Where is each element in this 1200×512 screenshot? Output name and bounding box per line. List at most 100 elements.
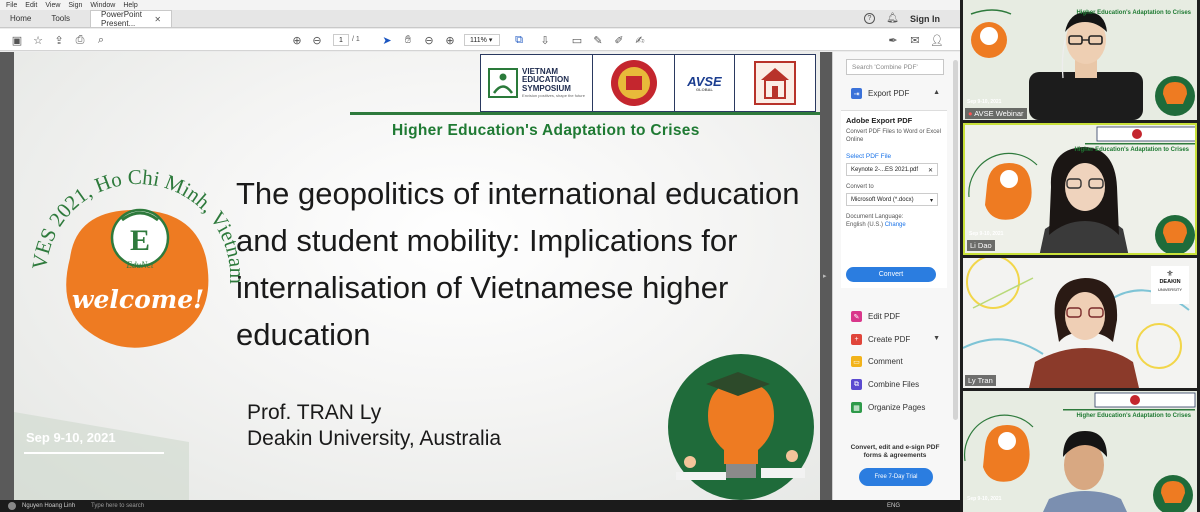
hand-tool-icon[interactable]: ✋︎ xyxy=(401,33,415,47)
save-icon[interactable]: ▣ xyxy=(10,33,24,47)
zoom-in-icon[interactable]: ⊕ xyxy=(443,33,457,47)
ves-logo-text: VIETNAM EDUCATION SYMPOSIUM Envision pos… xyxy=(522,66,585,98)
create-pdf-icon: + xyxy=(851,334,862,345)
combine-files-label: Combine Files xyxy=(868,380,920,389)
tab-document-label: PowerPoint Present... xyxy=(101,10,142,28)
date-underline xyxy=(24,452,164,454)
expand-right-panel-icon[interactable]: ▸ xyxy=(823,272,827,280)
export-pdf-card: Adobe Export PDF Convert PDF Files to Wo… xyxy=(841,110,947,288)
close-icon[interactable]: ✕ xyxy=(154,15,161,24)
selected-file-name: Keynote 2-...ES 2021.pdf xyxy=(851,167,919,173)
tile-theme-text: Higher Education's Adaptation to Crises xyxy=(1074,147,1189,153)
comment-icon[interactable]: ▭ xyxy=(570,33,584,47)
clear-file-icon[interactable]: ✕ xyxy=(928,167,933,174)
email-icon[interactable]: ✉ xyxy=(908,33,922,47)
speaker-block: Prof. TRAN Ly Deakin University, Austral… xyxy=(247,400,501,452)
edit-pdf-label: Edit PDF xyxy=(868,312,901,321)
participant-name: Ly Tran xyxy=(965,375,996,386)
select-cursor-icon[interactable]: ➤ xyxy=(380,33,394,47)
participant-tile-active[interactable]: Higher Education's Adaptation to Crises … xyxy=(963,123,1197,255)
change-language-link[interactable]: Change xyxy=(885,222,906,228)
header-rule xyxy=(350,112,820,115)
acrobat-window: File Edit View Sign Window Help Home Too… xyxy=(0,0,960,512)
tile-theme-text: Higher Education's Adaptation to Crises xyxy=(1076,10,1191,16)
tile-date: Sep 9-10, 2021 xyxy=(967,99,1002,105)
page-number-input[interactable]: 1 xyxy=(333,34,349,46)
scroll-mode-icon[interactable]: ⇩ xyxy=(538,33,552,47)
organize-pages-tool[interactable]: ▦ Organize Pages xyxy=(851,402,925,413)
page-total: / 1 xyxy=(352,36,360,43)
share-user-icon[interactable]: 👤︎ xyxy=(930,33,944,47)
sign-icon[interactable]: ✍︎ xyxy=(633,33,647,47)
taskbar-user-name: Nguyen Hoang Linh xyxy=(22,503,76,509)
chevron-up-icon[interactable]: ▲ xyxy=(933,89,940,96)
notification-bell-icon[interactable]: 🔔︎ xyxy=(886,13,899,24)
menu-bar: File Edit View Sign Window Help xyxy=(0,0,960,10)
zoom-search-icon[interactable]: ⌕ xyxy=(94,33,108,47)
edit-pdf-tool[interactable]: ✎ Edit PDF xyxy=(851,311,900,322)
zoom-level-select[interactable]: 111% ▾ xyxy=(464,34,500,46)
sponsor-logos: VIETNAM EDUCATION SYMPOSIUM Envision pos… xyxy=(480,54,816,112)
taskbar-search[interactable]: Type here to search xyxy=(91,503,144,509)
sign-in-button[interactable]: Sign In xyxy=(910,14,940,24)
next-page-icon[interactable]: ⊖ xyxy=(310,33,324,47)
fill-sign-icon[interactable]: ✒︎ xyxy=(886,33,900,47)
comment-tool[interactable]: ▭ Comment xyxy=(851,356,903,367)
tab-home[interactable]: Home xyxy=(0,10,41,27)
tools-search-input[interactable]: Search 'Combine PDF' xyxy=(846,59,944,75)
panel-promo-text: Convert, edit and e-sign PDF forms & agr… xyxy=(850,444,940,459)
menu-window[interactable]: Window xyxy=(90,2,115,9)
zoom-out-icon[interactable]: ⊖ xyxy=(422,33,436,47)
slide-title: The geopolitics of international educati… xyxy=(236,176,800,352)
free-trial-button[interactable]: Free 7-Day Trial xyxy=(859,468,933,486)
tab-document[interactable]: PowerPoint Present... ✕ xyxy=(90,10,173,28)
chevron-down-icon[interactable]: ▼ xyxy=(933,335,940,342)
document-language-label: Document Language: xyxy=(846,214,904,220)
panel-scrollbar[interactable] xyxy=(953,60,958,420)
menu-help[interactable]: Help xyxy=(123,2,137,9)
upload-cloud-icon[interactable]: ⇪ xyxy=(52,33,66,47)
print-icon[interactable]: ⎙ xyxy=(73,33,87,47)
participant-tile[interactable]: Higher Education's Adaptation to Crises … xyxy=(963,0,1197,120)
selected-file-field[interactable]: Keynote 2-...ES 2021.pdf ✕ xyxy=(846,163,938,176)
tab-bar: Home Tools PowerPoint Present... ✕ ? 🔔︎ … xyxy=(0,10,960,28)
edit-pdf-icon: ✎ xyxy=(851,311,862,322)
highlight-pen-icon[interactable]: ✎ xyxy=(591,33,605,47)
prev-page-icon[interactable]: ⊕ xyxy=(290,33,304,47)
organize-pages-icon: ▦ xyxy=(851,402,862,413)
edunet-text: EduNet xyxy=(126,260,154,270)
document-area[interactable]: VIETNAM EDUCATION SYMPOSIUM Envision pos… xyxy=(0,52,832,512)
menu-edit[interactable]: Edit xyxy=(25,2,37,9)
create-pdf-tool[interactable]: + Create PDF xyxy=(851,334,910,345)
menu-file[interactable]: File xyxy=(6,2,17,9)
taskbar-language[interactable]: ENG xyxy=(887,503,900,509)
draw-icon[interactable]: ✐ xyxy=(612,33,626,47)
menu-view[interactable]: View xyxy=(45,2,60,9)
select-pdf-link[interactable]: Select PDF File xyxy=(846,153,942,160)
ves-logo: VIETNAM EDUCATION SYMPOSIUM Envision pos… xyxy=(481,55,593,111)
fit-page-icon[interactable]: ⧉ xyxy=(512,33,526,47)
tab-tools[interactable]: Tools xyxy=(41,10,80,27)
convert-to-select[interactable]: Microsoft Word (*.docx) ▾ xyxy=(846,193,938,206)
comment-tool-icon: ▭ xyxy=(851,356,862,367)
edunet-e-letter: E xyxy=(130,224,150,257)
export-card-heading: Adobe Export PDF xyxy=(846,116,913,125)
participant-tile[interactable]: Higher Education's Adaptation to Crises … xyxy=(963,391,1197,512)
export-pdf-label: Export PDF xyxy=(868,89,910,98)
participant-tile[interactable]: ⚜ DEAKIN UNIVERSITY Ly Tran xyxy=(963,258,1197,388)
export-pdf-icon: ⇥ xyxy=(851,88,862,99)
export-pdf-tool[interactable]: ⇥ Export PDF xyxy=(851,88,909,99)
document-language-value: English (U.S.) xyxy=(846,222,884,228)
convert-button[interactable]: Convert xyxy=(846,267,936,282)
bookmark-star-icon[interactable]: ☆ xyxy=(31,33,45,47)
video-background xyxy=(963,392,1196,512)
help-icon[interactable]: ? xyxy=(864,13,875,24)
temple-emblem-icon xyxy=(754,61,796,105)
welcome-text: welcome! xyxy=(72,285,204,314)
export-card-description: Convert PDF Files to Word or Excel Onlin… xyxy=(846,129,941,143)
combine-files-tool[interactable]: ⧉ Combine Files xyxy=(851,379,919,390)
chevron-down-icon: ▾ xyxy=(929,198,933,204)
menu-sign[interactable]: Sign xyxy=(68,2,82,9)
avse-logo: AVSE GLOBAL xyxy=(675,55,735,111)
tile-date: Sep 9-10, 2021 xyxy=(969,231,1004,237)
